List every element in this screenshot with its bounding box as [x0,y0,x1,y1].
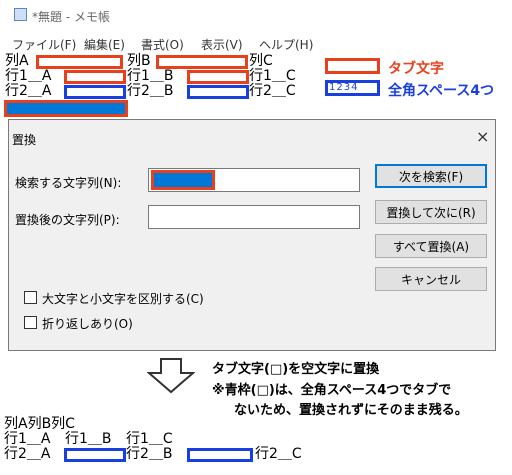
cell-row3-b: 行2＿B [127,83,174,99]
cell-row1-a: 列A [5,53,29,69]
result-row2-b: 行1＿B [65,431,112,447]
find-label: 検索する文字列(N): [15,176,122,190]
cell-row3-a: 行2＿A [5,83,52,99]
cell-row2-b: 行1＿B [127,68,174,84]
legend-space-label: 全角スペース4つ [388,83,495,99]
selected-line [4,100,128,117]
dialog-title: 置換 [12,133,37,147]
result-row3-a: 行2＿A [4,446,51,462]
find-next-button[interactable]: 次を検索(F) [375,164,487,188]
tab-marker [187,70,249,84]
window-title: *無題 - メモ帳 [32,10,110,24]
menu-view[interactable]: 表示(V) [201,36,243,53]
tab-marker [36,55,123,69]
result-row2-a: 行1＿A [4,431,51,447]
result-row3-c: 行2＿C [255,446,302,462]
match-case-label: 大文字と小文字を区別する(C) [42,292,204,306]
notepad-icon [14,8,27,21]
explanation-line-1: タブ文字(□)を空文字に置換 [212,362,380,377]
down-arrow-icon [147,358,195,394]
tab-marker [64,70,126,84]
menu-bar: ファイル(F) 編集(E) 書式(O) 表示(V) ヘルプ(H) [0,36,512,54]
tab-marker [156,55,248,69]
menu-file[interactable]: ファイル(F) [12,36,76,53]
cell-row3-c: 行2＿C [249,83,296,99]
space-marker [187,85,249,99]
find-input-tab-char [151,170,215,190]
space-marker [64,85,126,99]
cell-row2-a: 行1＿A [5,68,52,84]
cell-row1-c: 列C [249,53,273,69]
menu-format[interactable]: 書式(O) [141,36,184,53]
title-bar: *無題 - メモ帳 [0,0,512,28]
result-row2-c: 行1＿C [126,431,173,447]
explanation-line-2: ※青枠(□)は、全角スペース4つでタブで [212,383,452,398]
replace-next-button[interactable]: 置換して次に(R) [375,200,487,224]
menu-edit[interactable]: 編集(E) [84,36,125,53]
result-row1: 列A列B列C [4,416,75,432]
legend-space-digits: 1234 [329,82,359,93]
cell-row1-b: 列B [127,53,151,69]
menu-help[interactable]: ヘルプ(H) [259,36,313,53]
replace-input[interactable] [148,205,360,229]
replace-label: 置換後の文字列(P): [15,213,120,227]
close-icon[interactable]: × [476,127,489,146]
result-row3-b: 行2＿B [126,446,173,462]
match-case-checkbox[interactable] [24,291,37,304]
legend-tab-label: タブ文字 [388,61,444,77]
cell-row2-c: 行1＿C [249,68,296,84]
legend-tab-swatch [325,58,380,74]
space-marker [187,448,253,462]
wrap-label: 折り返しあり(O) [42,317,133,331]
replace-all-button[interactable]: すべて置換(A) [375,234,487,258]
space-marker [64,448,126,462]
wrap-checkbox[interactable] [24,316,37,329]
cancel-button[interactable]: キャンセル [375,267,487,291]
explanation-line-3: ないため、置換されずにそのまま残る。 [234,403,468,418]
